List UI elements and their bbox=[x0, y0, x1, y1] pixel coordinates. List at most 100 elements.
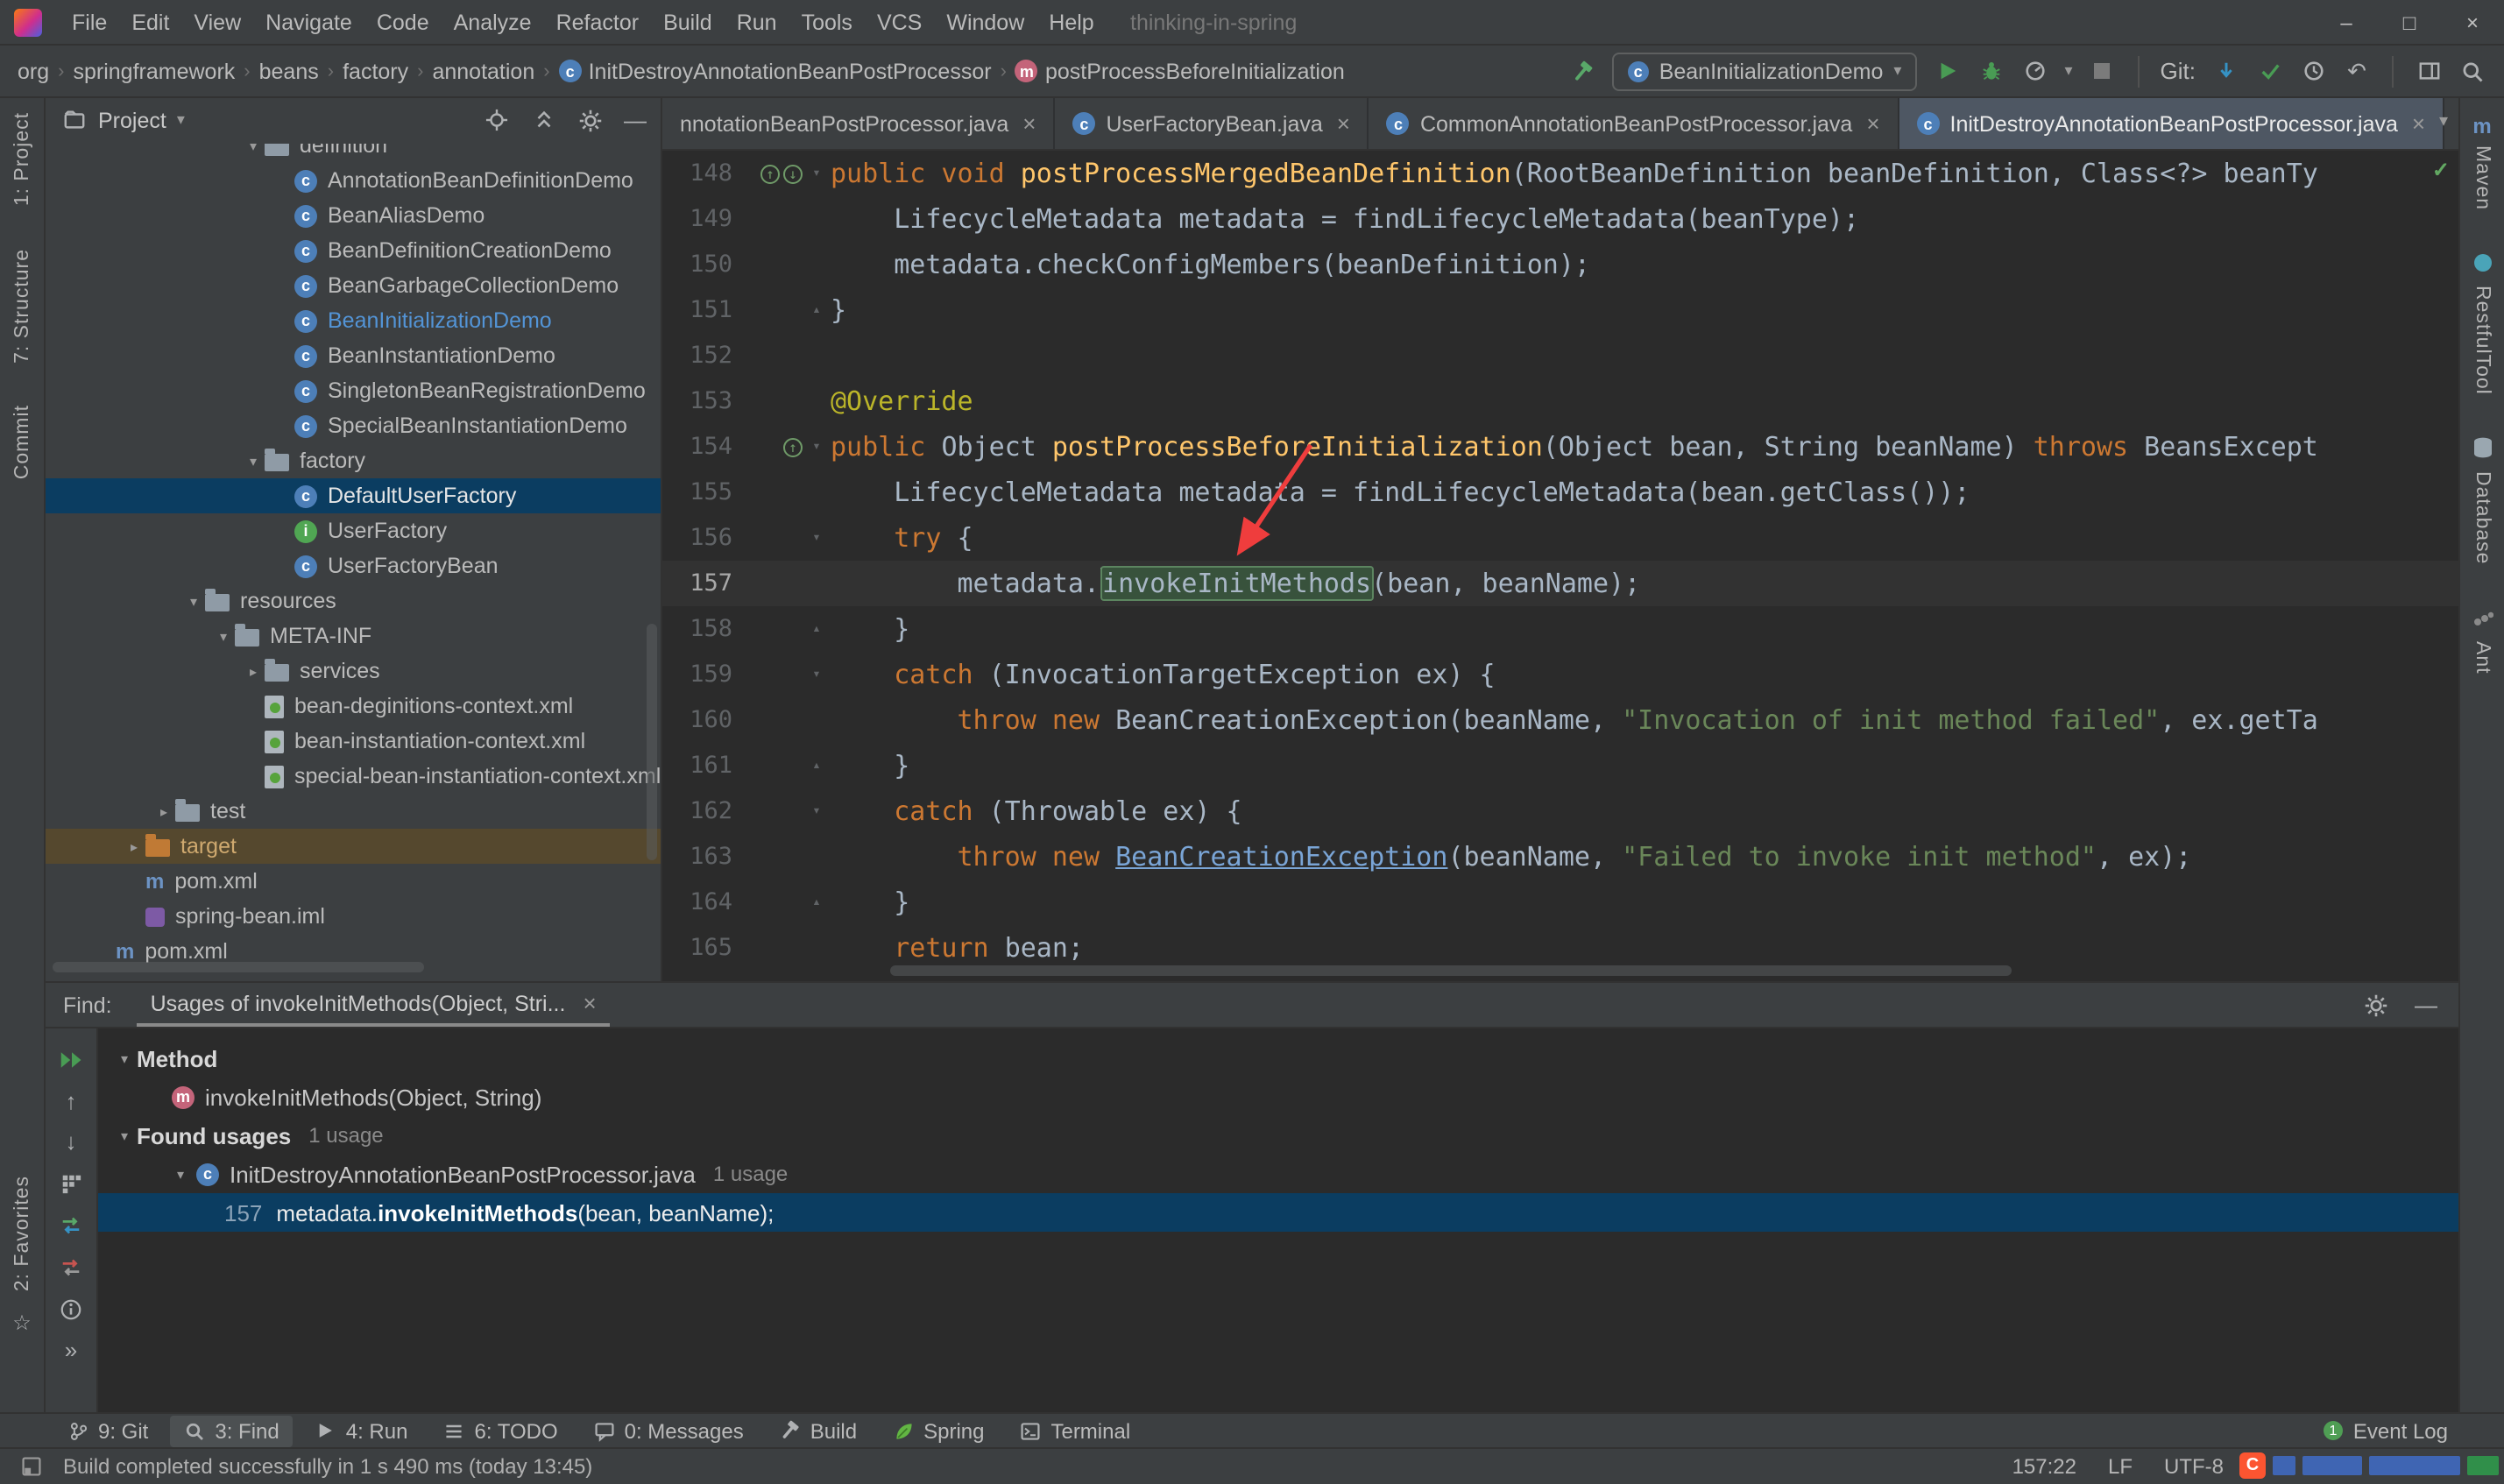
project-tree-item[interactable]: ▸services bbox=[46, 654, 662, 689]
code-text[interactable]: throw new BeanCreationException(beanName… bbox=[831, 834, 2458, 880]
tree-toggle-icon[interactable]: ▾ bbox=[168, 1166, 193, 1182]
code-text[interactable]: catch (InvocationTargetException ex) { bbox=[831, 652, 2458, 697]
menu-run[interactable]: Run bbox=[725, 5, 789, 40]
close-button[interactable]: × bbox=[2441, 0, 2504, 46]
project-tree-item[interactable]: ▸target bbox=[46, 829, 662, 864]
toolwindow-button--messages[interactable]: 0: Messages bbox=[579, 1415, 758, 1446]
tree-toggle-icon[interactable]: ▾ bbox=[112, 1050, 137, 1066]
project-tree-item[interactable]: cAnnotationBeanDefinitionDemo bbox=[46, 163, 662, 198]
project-tree-item[interactable]: mpom.xml bbox=[46, 864, 662, 899]
sidebar-item--project[interactable]: 1: Project bbox=[11, 112, 32, 206]
line-number[interactable]: 148 bbox=[662, 151, 746, 196]
project-tree-item[interactable]: ▾factory bbox=[46, 443, 662, 478]
navigate-with-single-click-button[interactable] bbox=[57, 1253, 85, 1281]
find-tree-row[interactable]: ▾cInitDestroyAnnotationBeanPostProcessor… bbox=[98, 1155, 2458, 1193]
code-text[interactable]: return bean; bbox=[831, 925, 2458, 971]
line-number[interactable]: 165 bbox=[662, 925, 746, 971]
code-text[interactable]: public void postProcessMergedBeanDefinit… bbox=[831, 151, 2458, 196]
vertical-scrollbar[interactable] bbox=[647, 624, 657, 860]
project-tree-item[interactable]: special-bean-instantiation-context.xml bbox=[46, 759, 662, 794]
sidebar-item-commit[interactable]: Commit bbox=[11, 405, 32, 479]
breadcrumb-item[interactable]: factory bbox=[343, 59, 408, 83]
project-tree-item[interactable]: cBeanInstantiationDemo bbox=[46, 338, 662, 373]
menu-help[interactable]: Help bbox=[1036, 5, 1106, 40]
fold-marker[interactable]: ▴ bbox=[803, 743, 831, 788]
breadcrumb-item[interactable]: annotation bbox=[432, 59, 534, 83]
line-number[interactable]: 159 bbox=[662, 652, 746, 697]
menu-analyze[interactable]: Analyze bbox=[442, 5, 544, 40]
line-number[interactable]: 156 bbox=[662, 515, 746, 561]
breadcrumb-item[interactable]: cInitDestroyAnnotationBeanPostProcessor bbox=[559, 59, 992, 83]
find-tree-row[interactable]: minvokeInitMethods(Object, String) bbox=[98, 1078, 2458, 1116]
group-by-button[interactable] bbox=[57, 1169, 85, 1197]
tool-window-switcher-icon[interactable] bbox=[18, 1452, 46, 1480]
code-text[interactable]: metadata.checkConfigMembers(beanDefiniti… bbox=[831, 242, 2458, 287]
project-tree-item[interactable]: ▾resources bbox=[46, 583, 662, 618]
close-icon[interactable]: × bbox=[1022, 110, 1036, 137]
menu-code[interactable]: Code bbox=[364, 5, 442, 40]
close-icon[interactable]: × bbox=[1337, 110, 1350, 137]
editor-tab[interactable]: nnotationBeanPostProcessor.java× bbox=[662, 98, 1055, 149]
fold-marker[interactable]: ▴ bbox=[803, 606, 831, 652]
overridden-method-icon[interactable]: ↓ bbox=[783, 164, 803, 183]
code-text[interactable]: } bbox=[831, 606, 2458, 652]
project-panel-title[interactable]: Project bbox=[98, 108, 166, 132]
project-tree-item[interactable]: ▸test bbox=[46, 794, 662, 829]
find-tree-row[interactable]: ▾Found usages1 usage bbox=[98, 1116, 2458, 1155]
autoscroll-to-source-button[interactable] bbox=[57, 1211, 85, 1239]
project-tree-item[interactable]: bean-instantiation-context.xml bbox=[46, 724, 662, 759]
project-tree-item[interactable]: cSpecialBeanInstantiationDemo bbox=[46, 408, 662, 443]
git-update-button[interactable] bbox=[2211, 57, 2239, 85]
line-number[interactable]: 155 bbox=[662, 470, 746, 515]
tree-toggle-icon[interactable]: ▾ bbox=[182, 593, 205, 609]
toolwindow-button-spring[interactable]: Spring bbox=[878, 1415, 998, 1446]
close-icon[interactable]: × bbox=[1866, 110, 1879, 137]
menu-window[interactable]: Window bbox=[934, 5, 1036, 40]
chevron-down-icon[interactable]: ▾ bbox=[177, 110, 185, 130]
next-occurrence-button[interactable]: ↓ bbox=[66, 1128, 77, 1155]
fold-marker[interactable]: ▾ bbox=[803, 515, 831, 561]
fold-marker[interactable]: ▾ bbox=[803, 652, 831, 697]
toolwindow-button--todo[interactable]: 6: TODO bbox=[428, 1415, 571, 1446]
editor-tab[interactable]: cInitDestroyAnnotationBeanPostProcessor.… bbox=[1899, 98, 2445, 149]
project-tree-item[interactable]: cBeanGarbageCollectionDemo bbox=[46, 268, 662, 303]
project-tree-item[interactable]: cUserFactoryBean bbox=[46, 548, 662, 583]
find-tree-row[interactable]: ▾Method bbox=[98, 1039, 2458, 1078]
project-tree-item[interactable]: bean-deginitions-context.xml bbox=[46, 689, 662, 724]
line-number[interactable]: 153 bbox=[662, 378, 746, 424]
menu-view[interactable]: View bbox=[181, 5, 253, 40]
tree-toggle-icon[interactable]: ▾ bbox=[242, 453, 265, 469]
line-number[interactable]: 150 bbox=[662, 242, 746, 287]
file-encoding[interactable]: UTF-8 bbox=[2164, 1454, 2224, 1479]
project-tree-item[interactable]: ▾definition bbox=[46, 144, 662, 163]
collapse-all-button[interactable] bbox=[529, 106, 557, 134]
minimize-button[interactable]: – bbox=[2315, 0, 2378, 46]
menu-file[interactable]: File bbox=[60, 5, 119, 40]
project-tree-item[interactable]: iUserFactory bbox=[46, 513, 662, 548]
chevron-down-icon[interactable]: ▾ bbox=[2064, 61, 2072, 81]
rollback-button[interactable]: ↶ bbox=[2343, 57, 2371, 85]
maximize-button[interactable]: □ bbox=[2378, 0, 2441, 46]
horizontal-scrollbar[interactable] bbox=[890, 965, 2012, 976]
more-options-button[interactable]: » bbox=[65, 1337, 77, 1363]
line-number[interactable]: 157 bbox=[662, 561, 746, 606]
previous-occurrence-button[interactable]: ↑ bbox=[66, 1088, 77, 1114]
hide-panel-button[interactable]: — bbox=[2415, 992, 2437, 1018]
fold-marker[interactable]: ▾ bbox=[803, 788, 831, 834]
line-number[interactable]: 151 bbox=[662, 287, 746, 333]
project-tree-item[interactable]: spring-bean.iml bbox=[46, 899, 662, 934]
line-ending[interactable]: LF bbox=[2108, 1454, 2133, 1479]
layout-icon[interactable] bbox=[2415, 57, 2443, 85]
history-button[interactable] bbox=[2299, 57, 2327, 85]
event-log-button[interactable]: 1 Event Log bbox=[2324, 1418, 2448, 1443]
menu-navigate[interactable]: Navigate bbox=[253, 5, 364, 40]
code-text[interactable]: throw new BeanCreationException(beanName… bbox=[831, 697, 2458, 743]
build-project-button[interactable] bbox=[1568, 57, 1596, 85]
line-number[interactable]: 160 bbox=[662, 697, 746, 743]
project-tree-item[interactable]: ▾META-INF bbox=[46, 618, 662, 654]
tree-toggle-icon[interactable]: ▾ bbox=[242, 144, 265, 153]
project-tree-item[interactable]: cBeanAliasDemo bbox=[46, 198, 662, 233]
code-text[interactable]: } bbox=[831, 880, 2458, 925]
stop-button[interactable] bbox=[2089, 57, 2117, 85]
info-button[interactable] bbox=[57, 1295, 85, 1323]
